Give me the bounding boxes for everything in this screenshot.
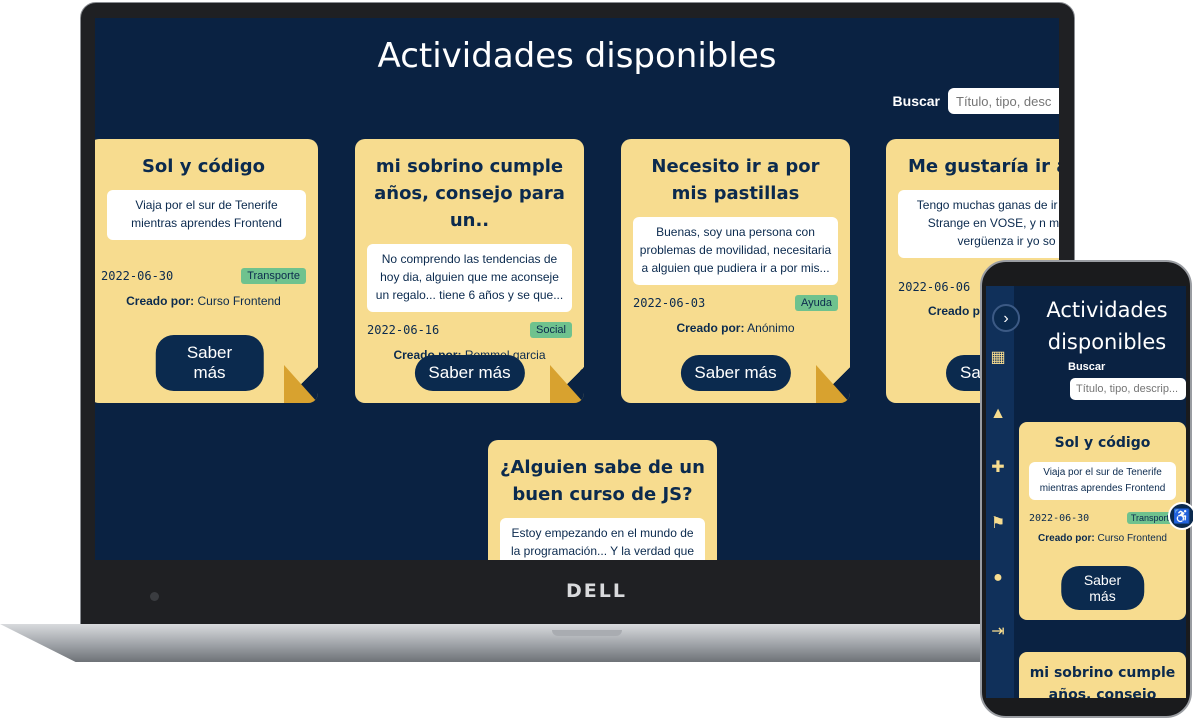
page-title: Actividades disponibles [1046, 298, 1168, 354]
search-label: Buscar [892, 93, 940, 109]
card-date: 2022-06-30 [101, 269, 174, 283]
search-input[interactable] [1070, 378, 1186, 400]
activity-card: Sol y código Viaja por el sur de Tenerif… [95, 139, 318, 403]
more-button[interactable]: Saber más [1060, 566, 1145, 610]
activities-icon[interactable]: ▦ [988, 348, 1008, 368]
card-title: Me gustaría ir al c [908, 156, 1059, 177]
chevron-right-icon[interactable]: › [992, 304, 1020, 332]
accessibility-icon[interactable]: ♿ [1168, 502, 1193, 530]
card-description: Tengo muchas ganas de ir Doctor Strange … [898, 190, 1059, 258]
search-bar: Buscar [893, 88, 1059, 114]
card-date: 2022-06-16 [367, 323, 440, 337]
card-title: ¿Alguien sabe de un buen curso de JS? [500, 457, 705, 505]
card-description: Estoy empezando en el mundo de la progra… [500, 518, 705, 560]
more-button[interactable]: Saber más [414, 355, 525, 391]
phone-screen: ▦ ▲ ✚ ⚑ ● ⇥ › Actividades disponibles Bu… [986, 286, 1186, 698]
card-description: Buenas, soy una persona con problemas de… [633, 217, 838, 285]
laptop-base [0, 624, 1080, 662]
page-title: Actividades disponibles [377, 36, 777, 76]
add-icon[interactable]: ✚ [988, 458, 1008, 478]
laptop-notch [552, 630, 622, 636]
card-tag: Ayuda [795, 295, 838, 311]
card-tag: Transporte [241, 268, 306, 284]
card-description: No comprendo las tendencias de hoy dia, … [367, 244, 572, 312]
card-description: Viaja por el sur de Tenerife mientras ap… [1029, 462, 1176, 500]
card-title: Necesito ir a por mis pastillas [651, 156, 820, 204]
card-creator: Creado por: Curso Frontend [1038, 533, 1167, 544]
card-title: Sol y código [1054, 435, 1151, 451]
activity-card: Necesito ir a por mis pastillas Buenas, … [621, 139, 850, 403]
card-tag: Social [530, 322, 572, 338]
card-creator: Creado por: Anónimo [676, 321, 795, 335]
card-date: 2022-06-30 [1029, 512, 1090, 524]
card-date: 2022-06-03 [633, 296, 706, 310]
activity-card: mi sobrino cumple años, consejo para un.… [355, 139, 584, 403]
activity-card: Sol y código Viaja por el sur de Tenerif… [1019, 422, 1186, 620]
card-date: 2022-06-06 [898, 280, 971, 294]
activity-card: ¿Alguien sabe de un buen curso de JS? Es… [488, 440, 717, 560]
logout-icon[interactable]: ⇥ [988, 622, 1008, 642]
more-button[interactable]: Saber más [155, 335, 264, 391]
search-input[interactable] [948, 88, 1059, 114]
sidebar: ▦ ▲ ✚ ⚑ ● ⇥ [986, 286, 1014, 698]
folded-corner-shade [284, 365, 318, 403]
card-description: Viaja por el sur de Tenerife mientras ap… [107, 190, 306, 240]
more-button[interactable]: Saber más [680, 355, 791, 391]
card-creator: Creado por: Curso Frontend [126, 294, 281, 308]
avatar-icon[interactable]: ● [988, 568, 1008, 588]
profile-icon[interactable]: ▲ [988, 404, 1008, 424]
transport-icon[interactable]: ⚑ [988, 514, 1008, 534]
card-title: mi sobrino cumple años, consejo para... [1029, 665, 1176, 698]
search-label: Buscar [1068, 361, 1106, 373]
card-title: mi sobrino cumple años, consejo para un.… [374, 156, 565, 231]
folded-corner-shade [816, 365, 850, 403]
activity-card: mi sobrino cumple años, consejo para... [1019, 652, 1186, 698]
laptop-screen: Actividades disponibles Buscar Sol y cód… [95, 18, 1059, 560]
folded-corner-shade [550, 365, 584, 403]
card-title: Sol y código [141, 156, 266, 177]
